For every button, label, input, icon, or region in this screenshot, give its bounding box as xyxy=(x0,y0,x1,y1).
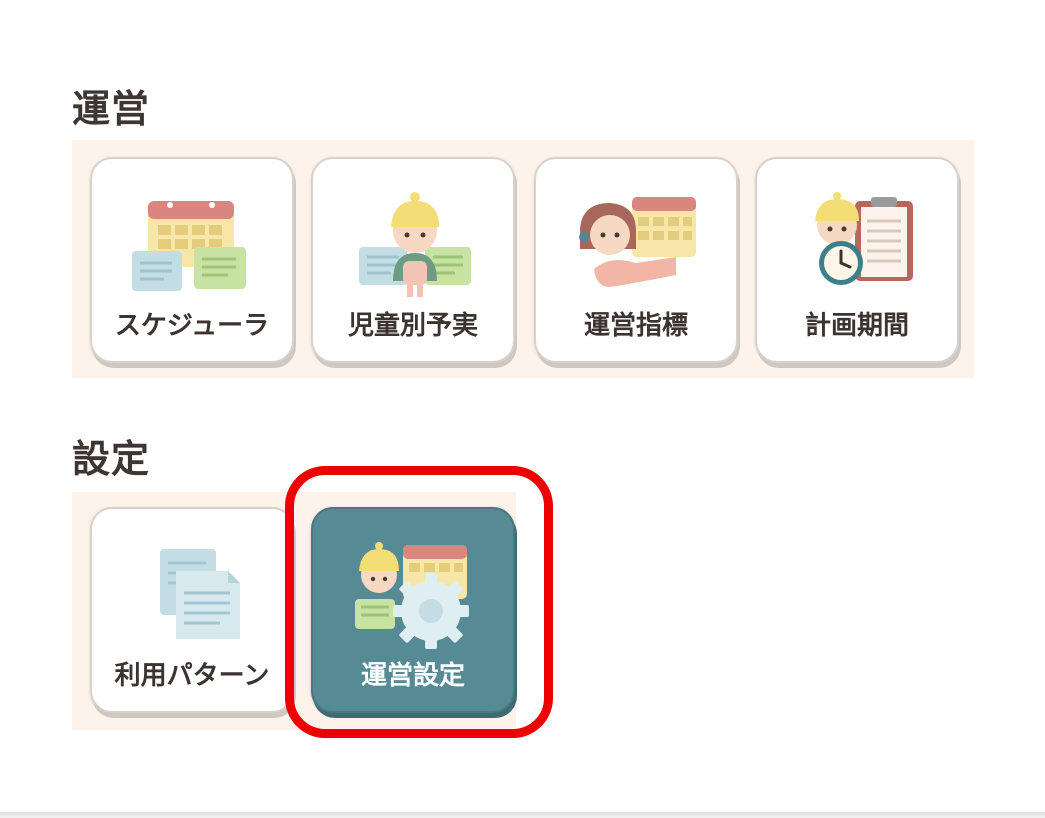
tile-scheduler[interactable]: スケジューラ xyxy=(90,157,294,363)
tile-label: 運営設定 xyxy=(360,661,465,691)
tile-usage-pattern[interactable]: 利用パターン xyxy=(90,507,294,713)
tile-operation-settings[interactable]: 運営設定 xyxy=(311,507,515,713)
operation-metrics-icon xyxy=(576,191,700,303)
tile-operation-metrics[interactable]: 運営指標 xyxy=(534,157,738,363)
child-plan-actual-icon xyxy=(353,191,477,303)
section-title-operations: 運営 xyxy=(72,87,151,131)
tile-label: 運営指標 xyxy=(583,311,688,341)
tile-label: 計画期間 xyxy=(804,311,909,341)
tile-label: 児童別予実 xyxy=(347,311,478,341)
usage-pattern-documents-icon xyxy=(132,541,256,653)
panel-bottom-edge xyxy=(0,812,1045,818)
scheduler-calendar-icon xyxy=(132,191,256,303)
tile-plan-period[interactable]: 計画期間 xyxy=(755,157,959,363)
tile-label: スケジューラ xyxy=(114,311,270,341)
plan-period-clipboard-icon xyxy=(797,191,921,303)
tile-child-plan-actual[interactable]: 児童別予実 xyxy=(311,157,515,363)
tile-label: 利用パターン xyxy=(114,661,270,691)
section-title-settings: 設定 xyxy=(72,437,151,481)
operation-settings-gear-icon xyxy=(353,541,477,653)
